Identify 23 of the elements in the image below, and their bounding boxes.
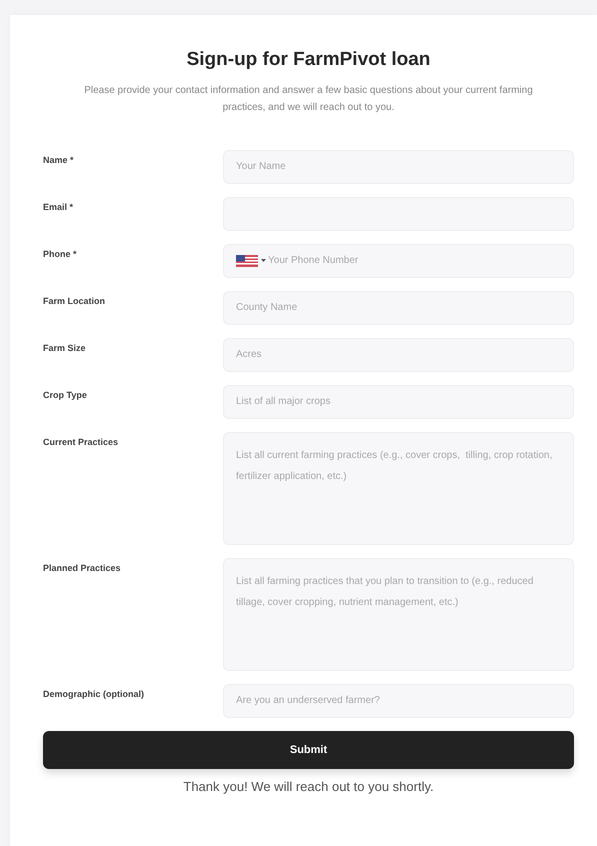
input-field[interactable]: County Name <box>223 290 574 325</box>
field-label: Name * <box>43 154 75 167</box>
thank-you-message: Thank you! We will reach out to you shortly. <box>182 778 435 796</box>
field-label: Planned Practices <box>43 562 122 575</box>
input-field[interactable]: Your Name <box>223 150 574 184</box>
field-label: Phone * <box>43 248 78 261</box>
caret-icon[interactable] <box>261 259 266 262</box>
input-field[interactable]: Are you an underserved farmer? <box>223 684 574 718</box>
field-label: Farm Size <box>43 342 87 355</box>
submit-button[interactable]: Submit <box>43 730 574 769</box>
field-label: Email * <box>43 200 74 214</box>
text-area[interactable]: List all current farming practices (e.g., cover crops, tilling, crop rotation, fertilizer application, etc.) <box>223 432 574 545</box>
form-title: Sign-up for FarmPivot loan <box>186 49 432 72</box>
input-field[interactable]: List of all major crops <box>223 384 574 419</box>
field-label: Crop Type <box>43 388 88 402</box>
phone-field[interactable]: Your Phone Number <box>223 244 574 278</box>
text-area[interactable]: List all farming practices that you plan to transition to (e.g., reduced tillage, cover cropping, nutrient management, etc.) <box>223 558 574 671</box>
intro-text: Please provide your contact information and answer a few basic questions about your current farming practices, and we will reach out to you. <box>83 84 534 115</box>
field-label: Farm Location <box>43 294 106 308</box>
flag-icon[interactable] <box>236 254 258 267</box>
input-field[interactable]: Acres <box>223 338 574 372</box>
field-label: Demographic (optional) <box>43 688 145 701</box>
field-label: Current Practices <box>43 436 120 449</box>
